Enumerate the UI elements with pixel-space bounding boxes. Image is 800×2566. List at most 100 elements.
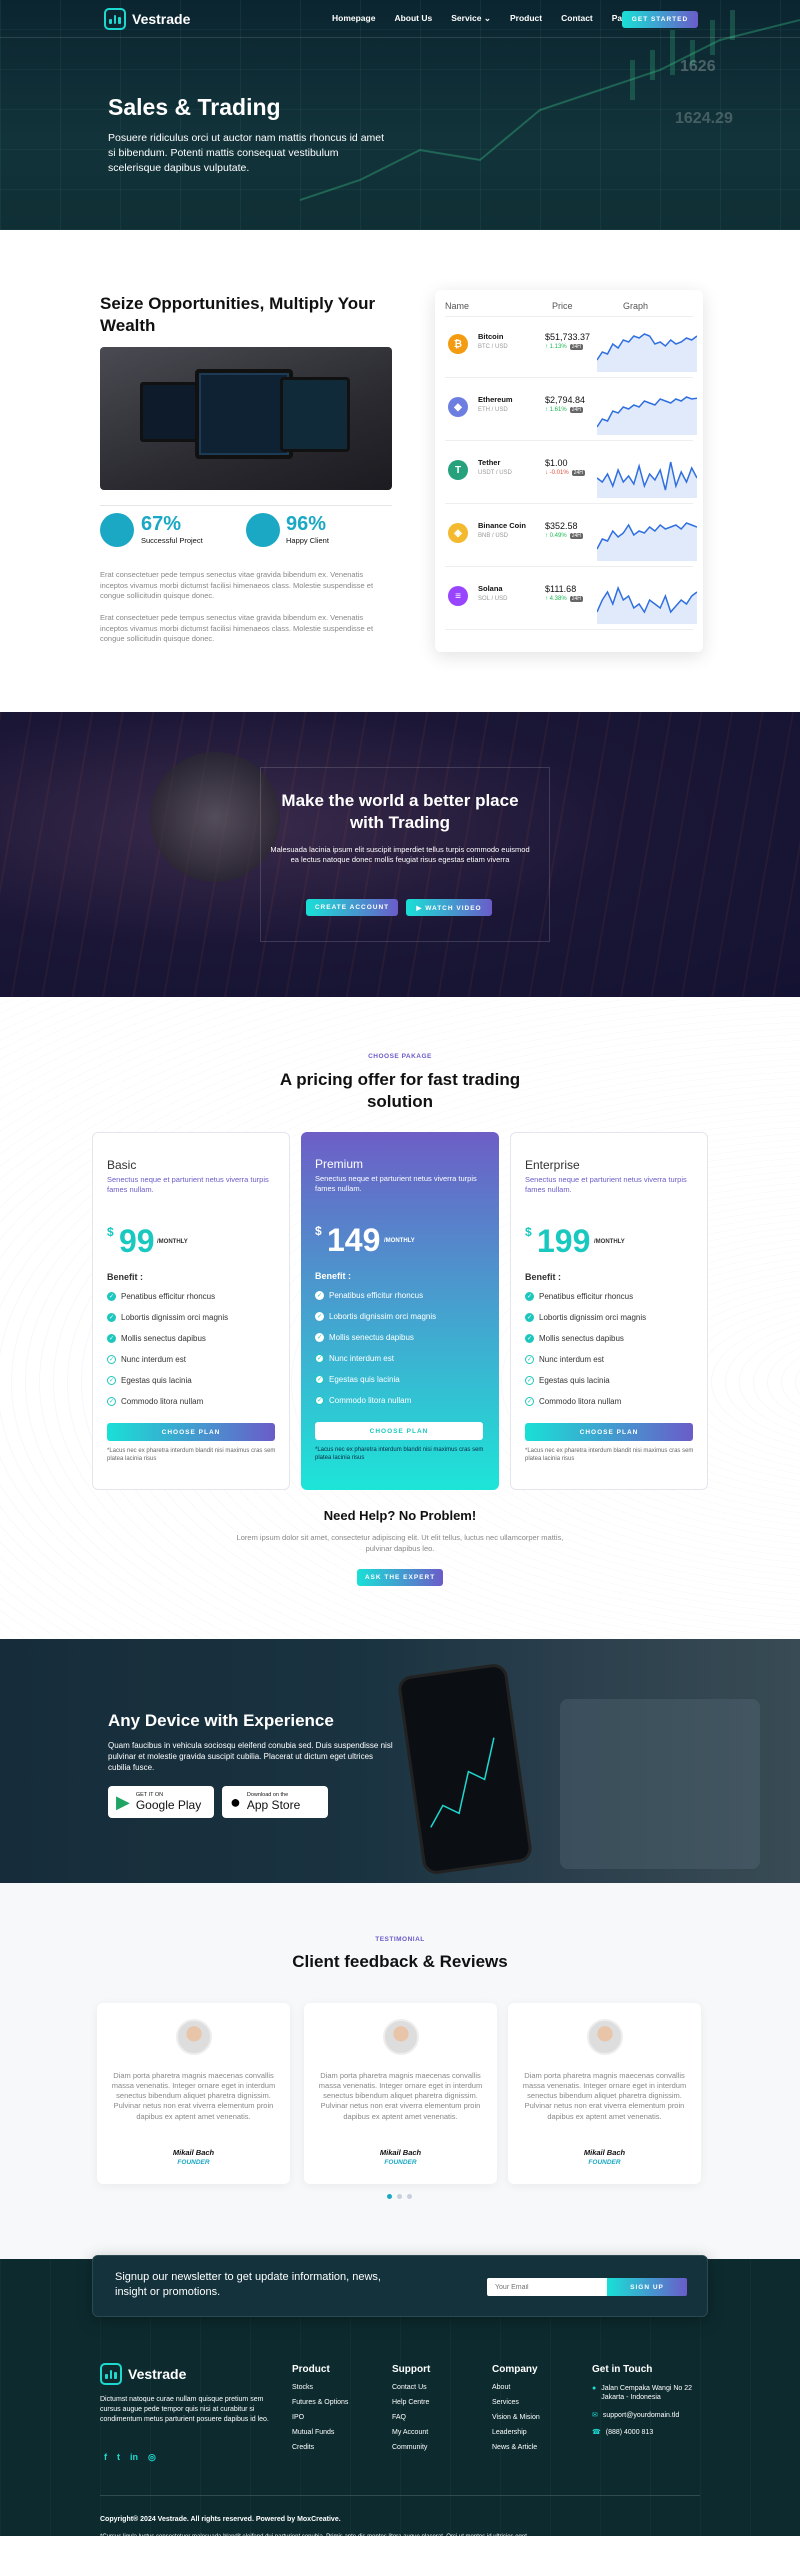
watch-video-button[interactable]: ▶ WATCH VIDEO [406, 899, 492, 916]
coin-change-value: 1.61% [549, 407, 567, 413]
plan-feature: ✓ Commodo litora nullam [525, 1397, 621, 1406]
footer-col-title: Company [492, 2364, 538, 2375]
footer-link[interactable]: Services [492, 2399, 540, 2406]
coin-change: ↓ -0.01% 24H [545, 470, 585, 476]
footer-link[interactable]: Vision & Mision [492, 2414, 540, 2421]
contact-address-text: Jalan Cempaka Wangi No 22 Jakarta - Indo… [601, 2385, 693, 2402]
reviewer-name: Mikail Bach [379, 2148, 422, 2157]
footer-link[interactable]: FAQ [392, 2414, 430, 2421]
seize-paragraph-2: Erat consectetuer pede tempus senectus v… [100, 613, 374, 643]
market-row[interactable]: T Tether USDT / USD $1.00 ↓ -0.01% 24H [445, 448, 697, 504]
create-account-button[interactable]: CREATE ACCOUNT [306, 899, 398, 916]
reviewer-role: FOUNDER [588, 2159, 621, 2166]
email-icon: ✉ [592, 2411, 598, 2419]
nav-product[interactable]: Product [510, 13, 542, 24]
check-icon: ✓ [107, 1292, 116, 1301]
ask-expert-button[interactable]: ASK THE EXPERT [357, 1569, 443, 1586]
device-title: Any Device with Experience [108, 1711, 334, 1730]
disclaimer: *Cursus ligula luctus consectetuer males… [100, 2534, 527, 2549]
linkedin-icon[interactable]: in [130, 2452, 138, 2463]
brand-name: Vestrade [132, 11, 191, 27]
footer-link[interactable]: Stocks [292, 2384, 348, 2391]
reviews-title: Client feedback & Reviews [292, 1952, 508, 1971]
contact-phone-text: (888) 4000 813 [605, 2429, 654, 2437]
nav-service[interactable]: Service ⌄ [451, 13, 491, 24]
get-started-button[interactable]: GET STARTED [622, 11, 698, 28]
app-store-label: App Store [246, 1798, 301, 1812]
instagram-icon[interactable]: ◎ [148, 2452, 156, 2463]
review-text: Diam porta pharetra magnis maecenas conv… [318, 2071, 483, 2121]
plan-price: 199 [537, 1223, 591, 1259]
carousel-dot-1[interactable] [387, 2194, 392, 2199]
footer-link[interactable]: News & Article [492, 2444, 540, 2451]
seize-paragraph-1: Erat consectetuer pede tempus senectus v… [100, 570, 374, 600]
carousel-dot-3[interactable] [407, 2194, 412, 2199]
pricing-title: A pricing offer for fast trading solutio… [279, 1070, 521, 1112]
market-row[interactable]: ₿ Bitcoin BTC / USD $51,733.37 ↑ 1.13% 24H [445, 322, 697, 378]
market-header-name: Name [445, 301, 470, 311]
plan-feature-label: Penatibus efficitur rhoncus [539, 1292, 634, 1301]
coin-change: ↑ 1.61% 24H [545, 407, 583, 413]
contact-phone[interactable]: ☎ (888) 4000 813 [592, 2428, 702, 2437]
review-text: Diam porta pharetra magnis maecenas conv… [522, 2071, 687, 2121]
twitter-icon[interactable]: t [117, 2452, 120, 2463]
plan-name: Premium [315, 1157, 364, 1171]
footer-link[interactable]: Leadership [492, 2429, 540, 2436]
newsletter-email-input[interactable] [487, 2278, 607, 2296]
footer-link[interactable]: Credits [292, 2444, 348, 2451]
market-card: Name Price Graph ₿ Bitcoin BTC / USD $51,73… [435, 290, 703, 652]
footer-col-title: Get in Touch [592, 2364, 653, 2375]
footer-link[interactable]: Community [392, 2444, 430, 2451]
stat-happy-value: 96% [286, 513, 327, 535]
users-icon [246, 513, 280, 547]
signup-button[interactable]: SIGN UP [607, 2278, 687, 2296]
check-icon: ✓ [525, 1292, 534, 1301]
choose-plan-button[interactable]: CHOOSE PLAN [315, 1422, 483, 1440]
footer-link[interactable]: IPO [292, 2414, 348, 2421]
coin-change: ↑ 0.49% 24H [545, 533, 583, 539]
choose-plan-button[interactable]: CHOOSE PLAN [525, 1423, 693, 1441]
newsletter-text: Signup our newsletter to get update info… [115, 2271, 381, 2299]
currency-sign: $ [107, 1225, 114, 1239]
nav-about[interactable]: About Us [394, 13, 432, 24]
footer-brand-logo[interactable]: Vestrade [100, 2363, 186, 2385]
nav-homepage[interactable]: Homepage [332, 13, 375, 24]
map-pin-icon: ● [592, 2385, 597, 2392]
choose-plan-button[interactable]: CHOOSE PLAN [107, 1423, 275, 1441]
footer-link[interactable]: My Account [392, 2429, 430, 2436]
market-row[interactable]: ≡ Solana SOL / USD $111.68 ↑ 4.38% 24H [445, 574, 697, 630]
facebook-icon[interactable]: f [104, 2452, 107, 2463]
check-icon: ✓ [315, 1396, 324, 1405]
market-row[interactable]: ◈ Binance Coin BNB / USD $352.58 ↑ 0.49% 24H [445, 511, 697, 567]
world-section: Make the world a better place with Tradi… [0, 712, 800, 997]
app-store-button[interactable]: ● Download on the App Store [222, 1786, 328, 1818]
footer-link[interactable]: Mutual Funds [292, 2429, 348, 2436]
footer-col-support: Support Contact Us Help Centre FAQ My Accoun… [392, 2364, 430, 2459]
plan-feature: ✓ Lobortis dignissim orci magnis [315, 1312, 436, 1321]
carousel-dot-2[interactable] [397, 2194, 402, 2199]
price-sparkline [597, 522, 697, 561]
footer-link[interactable]: About [492, 2384, 540, 2391]
brand-logo[interactable]: Vestrade [104, 8, 190, 30]
plan-price: 149 [327, 1222, 381, 1258]
nav-contact[interactable]: Contact [561, 13, 593, 24]
coin-name: Solana [478, 584, 503, 593]
check-icon: ✓ [107, 1355, 116, 1364]
check-icon: ✓ [315, 1291, 324, 1300]
plan-feature-label: Mollis senectus dapibus [121, 1334, 206, 1343]
coin-pair: BTC / USD [478, 344, 508, 350]
google-play-button[interactable]: ▶ GET IT ON Google Play [108, 1786, 214, 1818]
coin-change-value: 1.13% [549, 344, 567, 350]
coin-price: $2,794.84 [545, 395, 586, 405]
plan-feature: ✓ Nunc interdum est [525, 1355, 604, 1364]
market-row[interactable]: ◆ Ethereum ETH / USD $2,794.84 ↑ 1.61% 24H [445, 385, 697, 441]
footer-link[interactable]: Futures & Options [292, 2399, 348, 2406]
contact-email[interactable]: ✉ support@yourdomain.tld [592, 2411, 702, 2420]
check-icon: ✓ [107, 1376, 116, 1385]
footer-link[interactable]: Contact Us [392, 2384, 430, 2391]
check-icon: ✓ [525, 1397, 534, 1406]
pricing-card-basic: Basic Senectus neque et parturient netus … [92, 1132, 290, 1490]
google-play-icon: ▶ [116, 1791, 130, 1812]
footer-link[interactable]: Help Centre [392, 2399, 430, 2406]
plan-desc: Senectus neque et parturient netus viver… [525, 1175, 687, 1195]
